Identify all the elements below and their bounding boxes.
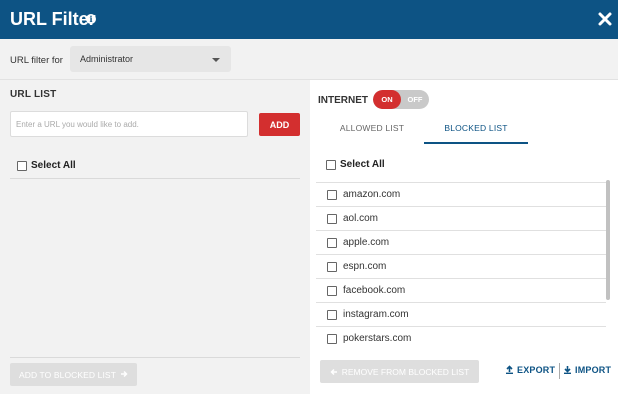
import-icon <box>564 366 571 374</box>
blocked-list: amazon.com aol.com apple.com espn.com fa… <box>316 182 606 350</box>
chevron-down-icon <box>212 58 220 62</box>
list-item-checkbox[interactable] <box>327 334 337 344</box>
export-icon <box>506 365 513 374</box>
list-item[interactable]: instagram.com <box>316 302 606 326</box>
remove-from-blocked-label: REMOVE FROM BLOCKED LIST <box>341 366 470 377</box>
list-item[interactable]: apple.com <box>316 230 606 254</box>
list-item-label: instagram.com <box>343 309 409 320</box>
list-item-label: apple.com <box>343 237 390 248</box>
list-item[interactable]: facebook.com <box>316 278 606 302</box>
remove-from-blocked-button[interactable]: REMOVE FROM BLOCKED LIST <box>320 360 479 383</box>
list-item-checkbox[interactable] <box>327 190 337 200</box>
toggle-off-label: OFF <box>407 95 423 104</box>
list-item-checkbox[interactable] <box>327 286 337 296</box>
toggle-on-label: ON <box>373 90 401 109</box>
divider <box>10 178 300 179</box>
export-label: EXPORT <box>517 365 556 375</box>
dialog-title: URL Filter <box>10 9 96 29</box>
list-item[interactable]: espn.com <box>316 254 606 278</box>
url-list-panel: URL LIST ADD Select All ADD TO BLOCKED L… <box>0 80 310 394</box>
scrollbar[interactable] <box>606 180 610 300</box>
list-item-checkbox[interactable] <box>327 238 337 248</box>
list-item-label: espn.com <box>343 261 387 272</box>
list-item[interactable]: amazon.com <box>316 182 606 206</box>
url-list-title: URL LIST <box>10 89 57 100</box>
list-item[interactable]: pokerstars.com <box>316 326 606 350</box>
tab-allowed-list[interactable]: ALLOWED LIST <box>310 118 434 144</box>
user-select[interactable]: Administrator <box>70 46 231 72</box>
select-all-left[interactable]: Select All <box>17 157 76 171</box>
internet-toggle[interactable]: ON OFF <box>373 90 429 109</box>
list-item-label: facebook.com <box>343 285 406 296</box>
list-item[interactable]: aol.com <box>316 206 606 230</box>
internet-label: INTERNET <box>318 95 368 106</box>
list-item-label: pokerstars.com <box>343 333 412 344</box>
divider <box>10 357 300 358</box>
select-all-right-label: Select All <box>340 159 385 171</box>
url-input[interactable] <box>10 111 248 137</box>
select-all-right-checkbox[interactable] <box>326 159 336 170</box>
divider <box>559 363 560 379</box>
list-item-checkbox[interactable] <box>327 262 337 272</box>
import-button[interactable]: IMPORT <box>563 365 611 375</box>
add-to-blocked-label: ADD TO BLOCKED LIST <box>18 369 116 380</box>
user-select-value: Administrator <box>80 54 134 64</box>
select-all-left-label: Select All <box>31 160 76 172</box>
list-item-checkbox[interactable] <box>327 214 337 224</box>
info-icon[interactable]: i <box>86 14 96 24</box>
add-button[interactable]: ADD <box>259 113 300 136</box>
list-item-label: amazon.com <box>343 189 401 200</box>
filter-label: URL filter for <box>10 55 63 66</box>
export-button[interactable]: EXPORT <box>505 365 555 375</box>
filter-row: URL filter for Administrator <box>0 39 618 80</box>
dialog-header: URL Filter i <box>0 0 618 39</box>
select-all-left-checkbox[interactable] <box>17 160 27 171</box>
list-item-checkbox[interactable] <box>327 310 337 320</box>
tab-blocked-list[interactable]: BLOCKED LIST <box>424 118 528 144</box>
import-label: IMPORT <box>575 365 612 375</box>
list-item-label: aol.com <box>343 213 379 224</box>
add-to-blocked-button[interactable]: ADD TO BLOCKED LIST <box>10 363 137 386</box>
arrow-left-icon <box>330 368 337 375</box>
internet-panel: INTERNET ON OFF ALLOWED LIST BLOCKED LIS… <box>310 80 618 394</box>
arrow-right-icon <box>121 370 128 377</box>
select-all-right[interactable]: Select All <box>326 156 385 170</box>
close-icon[interactable] <box>597 11 613 27</box>
